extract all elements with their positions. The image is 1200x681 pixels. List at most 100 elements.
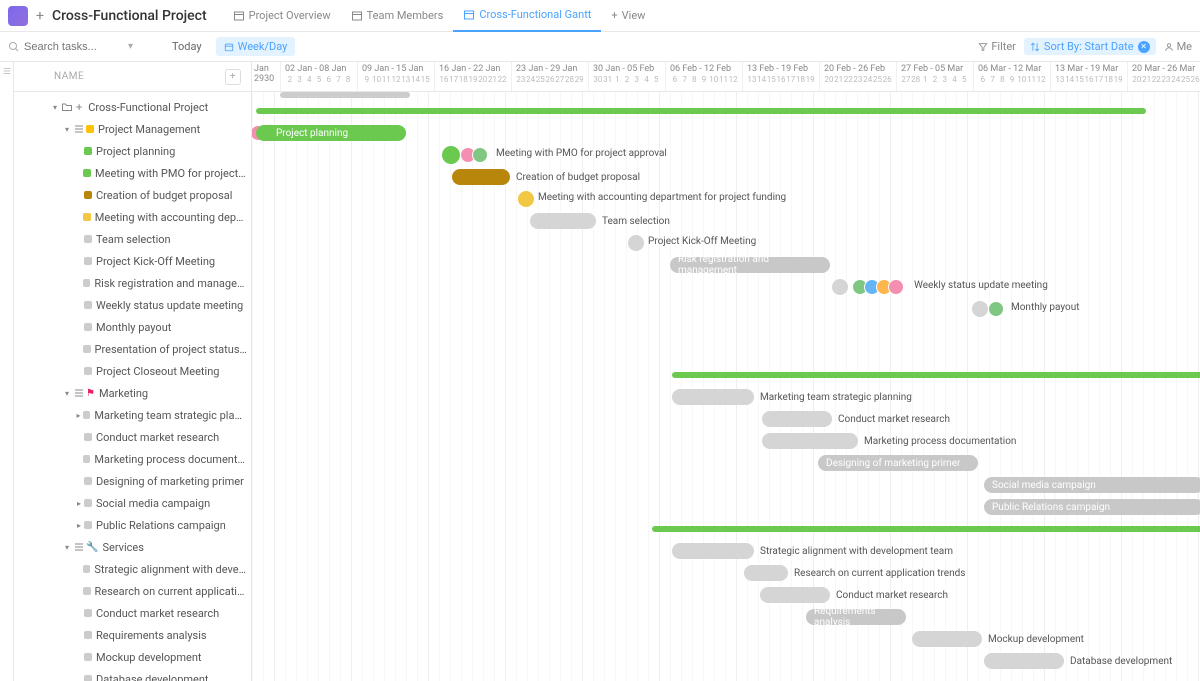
task-bar-labeled[interactable]: Social media campaign <box>984 477 1200 493</box>
tree-item[interactable]: Research on current application ... <box>14 580 251 602</box>
task-bar-label: Weekly status update meeting <box>914 280 1048 291</box>
tree-item[interactable]: Project planning <box>14 140 251 162</box>
tree-item[interactable]: Weekly status update meeting <box>14 294 251 316</box>
tree-item-label: Social media campaign <box>96 497 210 510</box>
tree-item[interactable]: Database development <box>14 668 251 681</box>
search-input[interactable] <box>24 41 124 53</box>
tree-item[interactable]: ▾Project Management <box>14 118 251 140</box>
tree-item[interactable]: Meeting with accounting depart... <box>14 206 251 228</box>
tab-team-members[interactable]: Team Members <box>341 0 454 32</box>
caret-icon[interactable]: ▸ <box>74 411 83 420</box>
list-icon <box>72 387 86 399</box>
caret-icon[interactable]: ▾ <box>62 125 72 134</box>
horizontal-scrollbar[interactable] <box>280 92 410 98</box>
task-bar-label: Team selection <box>602 216 670 227</box>
caret-icon[interactable]: ▸ <box>74 499 84 508</box>
tree-item[interactable]: Project Kick-Off Meeting <box>14 250 251 272</box>
milestone-dot[interactable] <box>518 191 534 207</box>
task-bar[interactable]: Database development <box>984 653 1064 669</box>
tree-item[interactable]: Marketing process documentation <box>14 448 251 470</box>
tab-project-overview[interactable]: Project Overview <box>223 0 341 32</box>
milestone-marker[interactable] <box>442 146 460 164</box>
search-icon <box>8 41 20 53</box>
timeline-header: Jan293002 Jan - 08 Jan234567809 Jan - 15… <box>252 62 1200 92</box>
me-button[interactable]: Me <box>1164 40 1192 53</box>
task-tree: ▾+Cross-Functional Project▾Project Manag… <box>14 92 251 681</box>
gantt-row: Meeting with accounting department for p… <box>252 188 1200 210</box>
milestone-dot[interactable] <box>972 301 988 317</box>
task-bar[interactable]: Creation of budget proposal <box>452 169 510 185</box>
tree-item[interactable]: Risk registration and management <box>14 272 251 294</box>
tree-item[interactable]: Project Closeout Meeting <box>14 360 251 382</box>
tree-item[interactable]: Presentation of project status re... <box>14 338 251 360</box>
plus-icon: + <box>611 9 617 22</box>
status-swatch <box>83 345 90 353</box>
tree-item[interactable]: ▾+Cross-Functional Project <box>14 96 251 118</box>
tree-item[interactable]: ▸ Social media campaign <box>14 492 251 514</box>
tree-item[interactable]: ▸Public Relations campaign <box>14 514 251 536</box>
milestone-dot[interactable] <box>832 279 848 295</box>
timeline-week-cell: 02 Jan - 08 Jan2345678 <box>280 62 357 91</box>
plus-icon[interactable]: + <box>32 8 48 24</box>
task-bar[interactable]: Strategic alignment with development tea… <box>672 543 754 559</box>
search-box[interactable]: ▾ <box>8 41 138 53</box>
chevron-down-icon[interactable]: ▾ <box>128 41 133 52</box>
summary-bar[interactable] <box>672 372 1200 378</box>
tree-item[interactable]: Strategic alignment with develop... <box>14 558 251 580</box>
status-swatch <box>84 631 92 639</box>
tree-item[interactable]: Creation of budget proposal <box>14 184 251 206</box>
tab-view[interactable]: +View <box>601 0 655 32</box>
caret-icon[interactable]: ▾ <box>50 103 60 112</box>
tab-cross-functional-gantt[interactable]: Cross-Functional Gantt <box>453 0 601 32</box>
task-bar-labeled[interactable]: Risk registration and management <box>670 257 830 273</box>
task-bar[interactable]: Project planning <box>256 125 406 141</box>
task-bar[interactable]: Conduct market research <box>762 411 832 427</box>
task-bar-labeled[interactable]: Designing of marketing primer <box>818 455 978 471</box>
tree-item[interactable]: Team selection <box>14 228 251 250</box>
timeline-week-cell: 06 Feb - 12 Feb6789101112 <box>665 62 742 91</box>
task-bar[interactable]: Marketing team strategic planning <box>672 389 754 405</box>
tree-item[interactable]: Designing of marketing primer <box>14 470 251 492</box>
weekday-toggle[interactable]: Week/Day <box>216 37 296 56</box>
task-bar[interactable]: Mockup development <box>912 631 982 647</box>
today-button[interactable]: Today <box>166 38 208 55</box>
tree-item[interactable]: Mockup development <box>14 646 251 668</box>
tree-item[interactable]: ▸Marketing team strategic planning <box>14 404 251 426</box>
summary-bar[interactable] <box>652 526 1200 532</box>
caret-icon[interactable]: ▸ <box>74 521 84 530</box>
task-bar[interactable]: Marketing process documentation <box>762 433 858 449</box>
summary-bar[interactable] <box>256 108 1146 114</box>
flag-icon: ⚑ <box>86 388 95 399</box>
tree-item[interactable]: Requirements analysis <box>14 624 251 646</box>
milestone-dot[interactable] <box>628 235 644 251</box>
status-swatch <box>84 499 92 507</box>
tree-item-label: Designing of marketing primer <box>96 475 244 488</box>
collapse-strip[interactable] <box>0 62 14 681</box>
sort-clear-icon[interactable]: ✕ <box>1138 41 1150 53</box>
task-bar[interactable]: Conduct market research <box>760 587 830 603</box>
tree-item[interactable]: ▾🔧Services <box>14 536 251 558</box>
plus-icon[interactable]: + <box>76 101 82 114</box>
tree-item[interactable]: ▾⚑Marketing <box>14 382 251 404</box>
task-bar-labeled[interactable]: Public Relations campaign <box>984 499 1200 515</box>
filter-button[interactable]: Filter <box>978 40 1016 53</box>
gantt-body[interactable]: Project planningMeeting with PMO for pro… <box>252 92 1200 681</box>
tree-item[interactable]: Meeting with PMO for project a... <box>14 162 251 184</box>
tree-item[interactable]: Conduct market research <box>14 602 251 624</box>
tree-item[interactable]: Monthly payout <box>14 316 251 338</box>
add-column-button[interactable]: + <box>225 69 241 85</box>
task-bar[interactable]: Team selection <box>530 213 596 229</box>
task-bar[interactable]: Research on current application trends <box>744 565 788 581</box>
sort-button[interactable]: Sort By: Start Date ✕ <box>1024 38 1156 55</box>
status-swatch <box>84 477 92 485</box>
timeline-week-cell: 06 Mar - 12 Mar6789101112 <box>973 62 1050 91</box>
caret-icon[interactable]: ▾ <box>62 389 72 398</box>
toolbar: ▾ Today Week/Day Filter Sort By: Start D… <box>0 32 1200 62</box>
timeline-week-cell: 16 Jan - 22 Jan16171819202122 <box>434 62 511 91</box>
tree-item[interactable]: Conduct market research <box>14 426 251 448</box>
caret-icon[interactable]: ▾ <box>62 543 72 552</box>
status-swatch <box>84 191 92 199</box>
task-bar-labeled[interactable]: Requirements analysis <box>806 609 906 625</box>
filter-icon <box>978 42 988 52</box>
view-icon <box>351 10 363 22</box>
